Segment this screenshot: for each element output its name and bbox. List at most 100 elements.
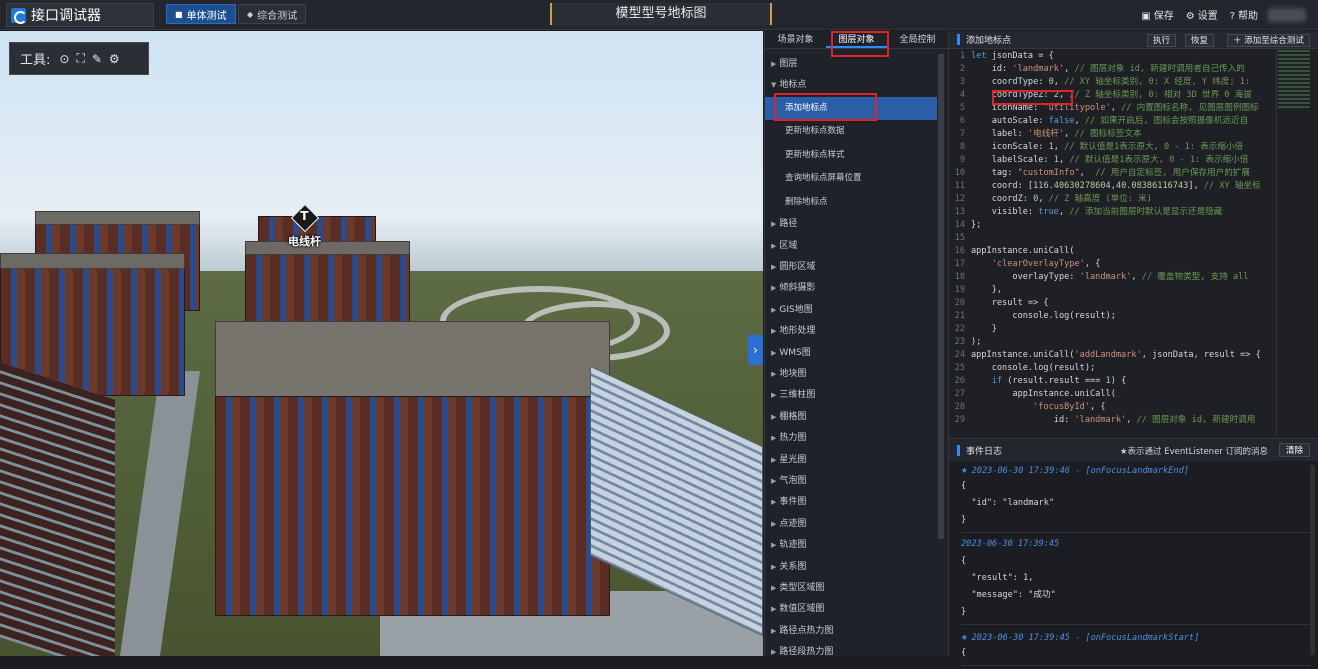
caret-right-icon: ▶ [771, 370, 777, 379]
tree-category[interactable]: ▶ 圆形区域 [765, 257, 937, 278]
caret-right-icon: ▶ [771, 434, 777, 443]
header-accent [957, 34, 960, 45]
tree-category[interactable]: ▶ 点迹图 [765, 514, 937, 535]
scene-viewport[interactable]: 工具: ⊙ ⛶ ✎ ⚙ T 电线杆 › [0, 31, 763, 656]
code-token: visible: [971, 207, 1039, 217]
combined-test-button[interactable]: ◆ 综合测试 [238, 4, 307, 24]
tree-category[interactable]: ▶ 倾斜摄影 [765, 278, 937, 299]
code-token: // 图标标签文本 [1074, 129, 1142, 139]
code-editor[interactable]: 1 let jsonData = {2 id: 'landmark', // 图层… [949, 50, 1277, 435]
collapse-panel-button[interactable]: › [748, 335, 763, 365]
code-token: id: [971, 64, 1013, 74]
code-line: 23); [949, 336, 1277, 349]
top-bar: 接口调试器 ■ 单体测试 ◆ 综合测试 模型型号地标图 ▣ 保存 ⚙ 设置 ? 帮助 [0, 0, 1318, 30]
tree-category[interactable]: ▶ 地块图 [765, 364, 937, 385]
caret-right-icon: ▶ [771, 498, 777, 507]
code-minimap[interactable] [1278, 50, 1310, 110]
code-token: , [1110, 103, 1122, 113]
tree-category[interactable]: ▶ GIS地图 [765, 300, 937, 321]
settings-button[interactable]: ⚙ 设置 [1186, 7, 1218, 22]
save-label: 保存 [1153, 11, 1174, 22]
app-logo: 接口调试器 [6, 3, 154, 27]
tab-global-control[interactable]: 全局控制 [887, 31, 948, 48]
clear-log-button[interactable]: 清除 [1278, 443, 1310, 457]
frame-select-icon[interactable]: ⛶ [76, 51, 84, 66]
add-to-combined-button[interactable]: ＋ 添加至综合测试 [1227, 34, 1310, 47]
tree-category[interactable]: ▶ 路径 [765, 214, 937, 235]
tree-category[interactable]: ▶ 区域 [765, 236, 937, 257]
user-avatar[interactable] [1268, 8, 1306, 22]
tree-item-label: 关系图 [779, 561, 807, 572]
tree-item-label: 查询地标点屏幕位置 [785, 173, 862, 184]
run-button[interactable]: 执行 [1147, 34, 1177, 47]
code-line: 7 label: '电线杆', // 图标标签文本 [949, 128, 1277, 141]
tab-scene-objects[interactable]: 场景对象 [765, 31, 826, 48]
help-button[interactable]: ? 帮助 [1230, 7, 1258, 22]
tree-category[interactable]: ▶ WMS图 [765, 343, 937, 364]
line-number: 9 [959, 155, 965, 165]
caret-right-icon: ▶ [771, 626, 777, 635]
code-line: 25 console.log(result); [949, 362, 1277, 375]
tree-subitem[interactable]: 查询地标点屏幕位置 [765, 167, 937, 191]
line-number: 16 [954, 246, 965, 256]
code-token: // 添加当前图层时默认是显示还是隐藏 [1069, 207, 1223, 217]
log-line: "message": "成功" [961, 590, 1056, 600]
building [215, 396, 610, 616]
tool-panel: 工具: ⊙ ⛶ ✎ ⚙ [9, 42, 149, 75]
code-token: false [1048, 116, 1075, 126]
log-line: { [961, 556, 967, 566]
code-token: , [1053, 142, 1065, 152]
tree-subitem[interactable]: 更新地标点数据 [765, 120, 937, 144]
tree-category[interactable]: ▶ 类型区域图 [765, 578, 937, 599]
star-icon: ★ [961, 463, 968, 476]
tree-category[interactable]: ▶ 事件图 [765, 492, 937, 513]
tree-item-label: 事件图 [779, 497, 807, 508]
tree-category[interactable]: ▶ 热力图 [765, 428, 937, 449]
tree-category[interactable]: ▶ 气泡图 [765, 471, 937, 492]
landmark-marker[interactable]: T 电线杆 [288, 203, 321, 249]
code-title: 添加地标点 [966, 36, 1012, 46]
tree-item-label: WMS图 [779, 347, 811, 358]
line-number: 20 [954, 298, 965, 308]
pen-icon[interactable]: ✎ [92, 52, 102, 66]
line-number: 7 [959, 129, 965, 139]
tree-category[interactable]: ▶ 轨迹图 [765, 535, 937, 556]
line-number: 6 [959, 116, 965, 126]
caret-right-icon: ▶ [771, 412, 777, 421]
log-line: } [961, 515, 967, 525]
tree-item-label: 点迹图 [779, 518, 807, 529]
code-token: ], [1188, 181, 1204, 191]
line-number: 2 [959, 64, 965, 74]
tree-category[interactable]: ▶ 地形处理 [765, 321, 937, 342]
tree-category[interactable]: ▶ 关系图 [765, 557, 937, 578]
code-token: , [1079, 168, 1096, 178]
tree-category[interactable]: ▶ 图层 [765, 54, 937, 75]
caret-right-icon: ▶ [771, 605, 777, 614]
tree-category[interactable]: ▶ 数值区域图 [765, 599, 937, 620]
tree-subitem[interactable]: 更新地标点样式 [765, 144, 937, 168]
tree-category[interactable]: ▶ 路径点热力图 [765, 621, 937, 642]
locate-icon[interactable]: ⊙ [59, 52, 69, 66]
tree-scrollbar[interactable] [938, 54, 944, 539]
tree-category[interactable]: ▶ 星光图 [765, 450, 937, 471]
line-number: 27 [954, 389, 965, 399]
tree-list: ▶ 图层 ▼ 地标点 添加地标点 更新地标点数据 更新地标点样式 查询地标点屏幕位置 删除地标点… [765, 54, 937, 663]
code-token: // Z 轴坐标类别, 0: 相对 3D 世界 0 海拔 [1069, 90, 1252, 100]
log-line: } [961, 607, 967, 617]
tree-subitem[interactable]: 删除地标点 [765, 191, 937, 215]
code-token: } [971, 324, 997, 334]
single-test-button[interactable]: ■ 单体测试 [166, 4, 236, 24]
code-token: , [1074, 116, 1085, 126]
line-number: 13 [954, 207, 965, 217]
tree-category[interactable]: ▶ 三维柱图 [765, 385, 937, 406]
code-token: labelScale: [971, 155, 1054, 165]
layers-icon: ◆ [247, 9, 254, 19]
log-scrollbar[interactable] [1310, 465, 1315, 655]
caret-right-icon: ▶ [771, 220, 777, 229]
tree-category[interactable]: ▶ 棚格图 [765, 407, 937, 428]
save-button[interactable]: ▣ 保存 [1141, 7, 1173, 22]
tree-category[interactable]: ▶ 路径段热力图 [765, 642, 937, 663]
reset-button[interactable]: 恢复 [1185, 34, 1215, 47]
settings-tool-icon[interactable]: ⚙ [109, 52, 120, 66]
